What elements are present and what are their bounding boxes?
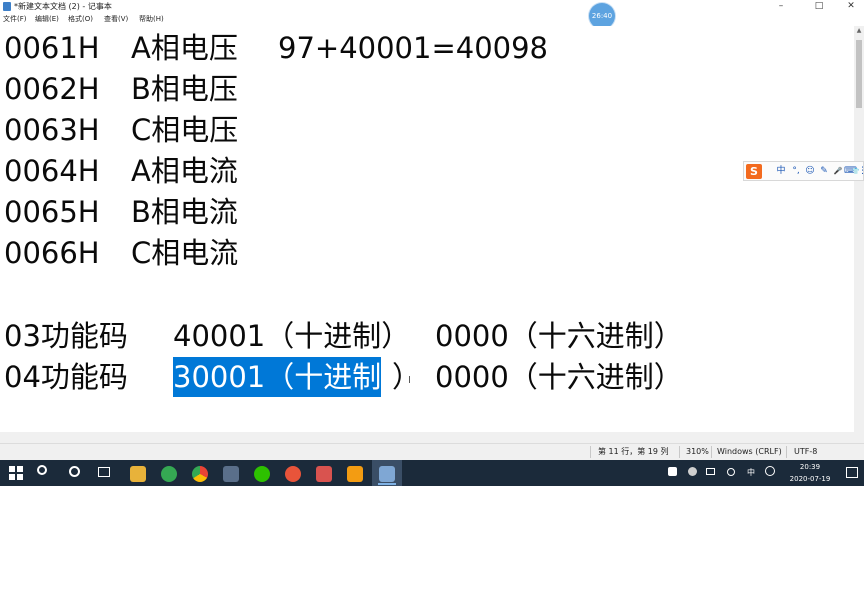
menu-file[interactable]: 文件(F) bbox=[3, 13, 27, 25]
status-divider bbox=[711, 446, 712, 458]
line-text: A相电压 bbox=[131, 31, 238, 65]
menu-edit[interactable]: 编辑(E) bbox=[35, 13, 59, 25]
notepad-icon[interactable] bbox=[379, 466, 395, 482]
line-text: 40001（十进制） bbox=[173, 319, 411, 353]
scroll-up-icon[interactable]: ▲ bbox=[854, 26, 864, 36]
calculator-icon[interactable] bbox=[223, 466, 239, 482]
app-icon[interactable] bbox=[347, 466, 363, 482]
ime-chinese-mode[interactable]: 中 bbox=[775, 163, 787, 180]
line-text: 0061H bbox=[4, 31, 100, 65]
editor-line: 0061H A相电压 97+40001=40098 bbox=[4, 28, 854, 68]
ime-emoji-icon[interactable]: ☺ bbox=[804, 163, 816, 180]
menu-format[interactable]: 格式(O) bbox=[68, 13, 93, 25]
sogou-logo-icon[interactable]: S bbox=[746, 164, 762, 179]
tray-app-icon[interactable] bbox=[688, 467, 697, 476]
ime-handwrite-icon[interactable]: ✎ bbox=[818, 163, 830, 180]
notepad-icon bbox=[3, 2, 11, 11]
line-text: ） bbox=[392, 360, 422, 394]
ime-tray-icon[interactable] bbox=[765, 466, 775, 476]
editor-line: 0063H C相电压 bbox=[4, 110, 854, 150]
line-text: A相电流 bbox=[131, 154, 238, 188]
line-text: 0062H bbox=[4, 72, 100, 106]
status-divider bbox=[590, 446, 591, 458]
editor-line: 0062H B相电压 bbox=[4, 69, 854, 109]
menu-view[interactable]: 查看(V) bbox=[104, 13, 128, 25]
line-text: 0065H bbox=[4, 195, 100, 229]
task-view-icon[interactable] bbox=[98, 467, 110, 477]
menu-bar: 文件(F) 编辑(E) 格式(O) 查看(V) 帮助(H) bbox=[0, 13, 864, 25]
editor-line: 04功能码 30001（十进制 ） 0000（十六进制） bbox=[4, 357, 854, 397]
line-text: 0066H bbox=[4, 236, 100, 270]
horizontal-scrollbar[interactable] bbox=[0, 432, 854, 443]
ime-voice-icon[interactable]: 🎤 bbox=[832, 163, 844, 180]
tray-app-icon[interactable] bbox=[668, 467, 677, 476]
ime-toolbar[interactable]: S 中 °, ☺ ✎ 🎤 ⌨ 👕 ⋮ bbox=[743, 161, 864, 181]
line-text: 97+40001=40098 bbox=[278, 31, 549, 65]
line-text: 0000（十六进制） bbox=[435, 360, 683, 394]
line-text: B相电流 bbox=[131, 195, 238, 229]
text-editor[interactable]: 0061H A相电压 97+40001=40098 0062H B相电压 006… bbox=[0, 26, 854, 443]
zoom-level: 310% bbox=[686, 447, 709, 456]
app-icon[interactable] bbox=[285, 466, 301, 482]
encoding: UTF-8 bbox=[794, 447, 818, 456]
editor-line: 03功能码 40001（十进制） 0000（十六进制） bbox=[4, 316, 854, 356]
input-language[interactable]: 中 bbox=[747, 460, 755, 486]
selected-text[interactable]: 30001（十进制 bbox=[173, 357, 382, 397]
network-icon[interactable] bbox=[706, 468, 715, 475]
cursor-position: 第 11 行，第 19 列 bbox=[598, 447, 669, 456]
wechat-icon[interactable] bbox=[254, 466, 270, 482]
maximize-button[interactable]: □ bbox=[806, 0, 832, 13]
browser-icon[interactable] bbox=[161, 466, 177, 482]
search-icon[interactable] bbox=[37, 465, 47, 475]
clock[interactable]: 20:39 2020-07-19 bbox=[780, 461, 840, 485]
text-cursor-icon: I bbox=[408, 375, 411, 386]
file-explorer-icon[interactable] bbox=[130, 466, 146, 482]
window-title: *新建文本文档 (2) - 记事本 bbox=[14, 2, 112, 11]
menu-help[interactable]: 帮助(H) bbox=[139, 13, 164, 25]
clock-time: 20:39 bbox=[799, 463, 821, 471]
clock-date: 2020-07-19 bbox=[789, 475, 831, 483]
line-text: 0063H bbox=[4, 113, 100, 147]
editor-line: 0066H C相电流 bbox=[4, 233, 854, 273]
cortana-icon[interactable] bbox=[69, 466, 80, 477]
ime-menu-icon[interactable]: ⋮ bbox=[858, 163, 864, 180]
line-text: C相电压 bbox=[131, 113, 239, 147]
status-bar: 第 11 行，第 19 列 310% Windows (CRLF) UTF-8 bbox=[0, 443, 864, 460]
editor-line: 0065H B相电流 bbox=[4, 192, 854, 232]
notification-icon[interactable] bbox=[846, 467, 858, 478]
status-divider bbox=[679, 446, 680, 458]
line-text: 0000（十六进制） bbox=[435, 319, 683, 353]
line-text: 04功能码 bbox=[4, 360, 128, 394]
minimize-button[interactable]: – bbox=[768, 0, 794, 13]
start-button[interactable] bbox=[9, 466, 24, 481]
scroll-thumb[interactable] bbox=[856, 40, 862, 108]
chrome-icon[interactable] bbox=[192, 466, 208, 482]
line-ending: Windows (CRLF) bbox=[717, 447, 782, 456]
active-indicator bbox=[378, 483, 396, 485]
title-bar: *新建文本文档 (2) - 记事本 – □ ✕ bbox=[0, 0, 864, 13]
status-divider bbox=[786, 446, 787, 458]
line-text: 03功能码 bbox=[4, 319, 128, 353]
line-text: 0064H bbox=[4, 154, 100, 188]
close-button[interactable]: ✕ bbox=[838, 0, 864, 13]
volume-icon[interactable] bbox=[727, 468, 735, 476]
editor-line: 0064H A相电流 bbox=[4, 151, 854, 191]
app-icon[interactable] bbox=[316, 466, 332, 482]
line-text: B相电压 bbox=[131, 72, 238, 106]
line-text: C相电流 bbox=[131, 236, 239, 270]
ime-punctuation-icon[interactable]: °, bbox=[790, 163, 802, 180]
